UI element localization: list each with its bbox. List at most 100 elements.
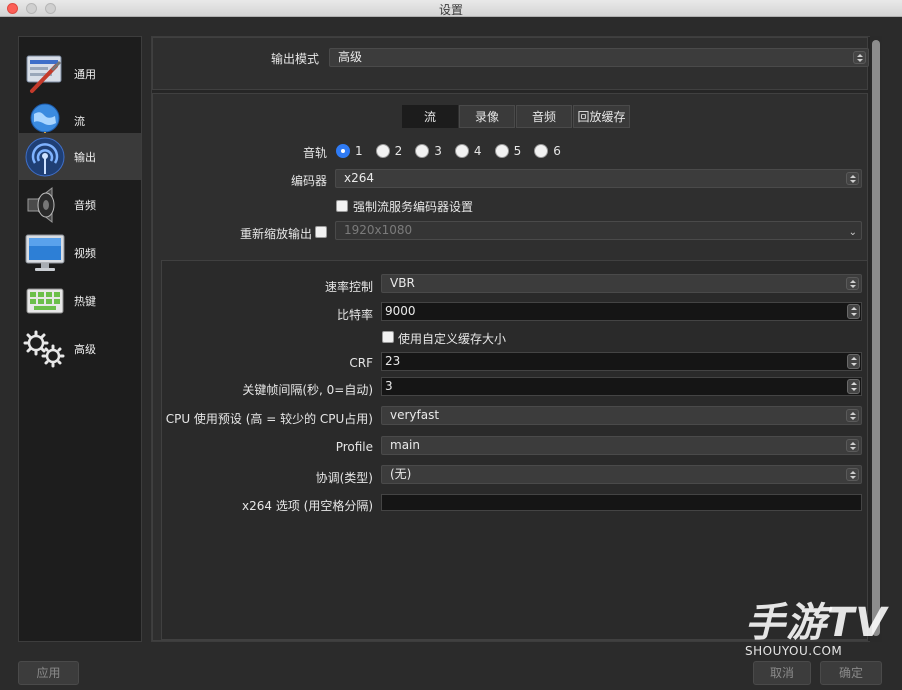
stepper-arrows-icon[interactable]: [847, 354, 860, 369]
audio-track-radio-2[interactable]: 2: [375, 144, 403, 158]
updown-arrows-icon: [846, 468, 859, 481]
cancel-button[interactable]: 取消: [753, 661, 811, 685]
audio-track-radio-4[interactable]: 4: [454, 144, 482, 158]
window-title: 设置: [438, 3, 463, 17]
chevron-down-icon: ⌄: [848, 227, 857, 238]
enforce-service-encoder-checkbox[interactable]: [336, 200, 348, 212]
audio-track-label: 音轨: [302, 146, 327, 160]
tab-replay-buffer[interactable]: 回放缓存: [573, 105, 630, 128]
updown-arrows-icon: [846, 439, 859, 452]
gears-icon: [23, 327, 67, 371]
rescale-output-checkbox[interactable]: [315, 226, 327, 238]
tab-stream[interactable]: 流: [402, 105, 458, 128]
apply-button[interactable]: 应用: [18, 661, 79, 685]
custom-buffer-checkbox[interactable]: [382, 331, 394, 343]
radio-indicator: [534, 144, 549, 158]
sidebar-item-hotkeys[interactable]: 热键: [19, 277, 141, 324]
radio-label: 5: [513, 144, 522, 158]
radio-label: 3: [434, 144, 442, 158]
output-mode-select[interactable]: 高级: [329, 48, 869, 67]
monitor-icon: [23, 231, 67, 275]
tune-select[interactable]: (无): [381, 465, 862, 484]
sidebar-item-audio[interactable]: 音频: [19, 181, 141, 228]
cpu-preset-select[interactable]: veryfast: [381, 406, 862, 425]
sidebar-item-advanced[interactable]: 高级: [19, 325, 141, 372]
stepper-arrows-icon[interactable]: [847, 379, 860, 394]
rescale-resolution-select[interactable]: 1920x1080 ⌄: [335, 221, 862, 240]
profile-label: Profile: [335, 440, 373, 454]
rescale-output-label: 重新缩放输出: [239, 227, 312, 241]
radio-selected-indicator: [336, 144, 350, 158]
watermark-site-text: SHOUYOU.COM: [745, 644, 843, 658]
cpu-preset-value: veryfast: [390, 408, 440, 422]
sidebar-item-label: 热键: [74, 294, 96, 308]
x264-options-label: x264 选项 (用空格分隔): [242, 499, 373, 513]
audio-track-radio-6[interactable]: 6: [534, 144, 561, 158]
encoder-select[interactable]: x264: [335, 169, 862, 188]
sidebar-item-label: 通用: [74, 67, 96, 81]
bitrate-value: 9000: [385, 304, 416, 318]
sidebar-item-video[interactable]: 视频: [19, 229, 141, 276]
radio-indicator: [454, 144, 469, 158]
tab-recording[interactable]: 录像: [459, 105, 515, 128]
sidebar-item-label: 音频: [74, 198, 96, 212]
updown-arrows-icon: [846, 409, 859, 422]
sidebar-item-label: 输出: [74, 150, 96, 164]
sidebar-item-label: 高级: [74, 342, 96, 356]
broadcast-antenna-icon: [23, 135, 67, 179]
speaker-icon: [23, 183, 67, 227]
tune-value: (无): [390, 467, 412, 481]
audio-track-radio-group: 1 2 3 4 5 6: [336, 144, 574, 158]
keyframe-interval-spinbox[interactable]: 3: [381, 377, 862, 396]
audio-track-radio-1[interactable]: 1: [336, 144, 363, 158]
settings-sidebar: 通用 流 输出 音频 视频 热键 高级: [18, 36, 142, 642]
sidebar-item-label: 视频: [74, 246, 96, 260]
crf-label: CRF: [349, 356, 373, 370]
custom-buffer-label: 使用自定义缓存大小: [398, 332, 507, 346]
watermark-logo: 手游TV SHOUYOU.COM: [745, 600, 895, 658]
vertical-scrollbar[interactable]: [870, 36, 882, 642]
updown-arrows-icon: [846, 172, 859, 185]
bitrate-spinbox[interactable]: 9000: [381, 302, 862, 321]
audio-track-radio-5[interactable]: 5: [494, 144, 522, 158]
sidebar-item-output[interactable]: 输出: [19, 133, 141, 180]
radio-label: 2: [394, 144, 403, 158]
general-settings-icon: [23, 52, 67, 96]
cpu-preset-label: CPU 使用预设 (高 = 较少的 CPU占用): [165, 412, 373, 426]
profile-value: main: [390, 438, 420, 452]
encoder-label: 编码器: [290, 174, 327, 188]
crf-spinbox[interactable]: 23: [381, 352, 862, 371]
updown-arrows-icon: [853, 51, 866, 64]
enforce-service-encoder-label: 强制流服务编码器设置: [353, 200, 474, 214]
scrollbar-thumb[interactable]: [872, 40, 880, 636]
watermark-logo-text: 手游TV: [745, 600, 888, 646]
rate-control-label: 速率控制: [324, 280, 373, 294]
stepper-arrows-icon[interactable]: [847, 304, 860, 319]
radio-indicator: [375, 144, 390, 158]
crf-value: 23: [385, 354, 401, 368]
tune-label: 协调(类型): [315, 471, 373, 485]
keyframe-interval-label: 关键帧间隔(秒, 0=自动): [242, 383, 373, 397]
keyframe-interval-value: 3: [385, 379, 393, 393]
audio-track-radio-3[interactable]: 3: [415, 144, 442, 158]
sidebar-item-label: 流: [74, 114, 85, 128]
radio-label: 1: [355, 144, 363, 158]
tab-audio[interactable]: 音频: [516, 105, 572, 128]
keyboard-icon: [23, 279, 67, 323]
bitrate-label: 比特率: [336, 308, 373, 322]
profile-select[interactable]: main: [381, 436, 862, 455]
rate-control-select[interactable]: VBR: [381, 274, 862, 293]
output-mode-value: 高级: [338, 50, 363, 64]
encoder-value: x264: [344, 171, 375, 185]
x264-options-input[interactable]: [381, 494, 862, 511]
output-mode-label: 输出模式: [270, 52, 319, 66]
radio-indicator: [415, 144, 430, 158]
rate-control-value: VBR: [390, 276, 415, 290]
radio-label: 4: [473, 144, 482, 158]
radio-label: 6: [553, 144, 561, 158]
window-title-bar: 设置: [0, 0, 902, 17]
rescale-resolution-value: 1920x1080: [344, 223, 413, 237]
sidebar-item-general[interactable]: 通用: [19, 50, 141, 97]
updown-arrows-icon: [846, 277, 859, 290]
ok-button[interactable]: 确定: [820, 661, 882, 685]
